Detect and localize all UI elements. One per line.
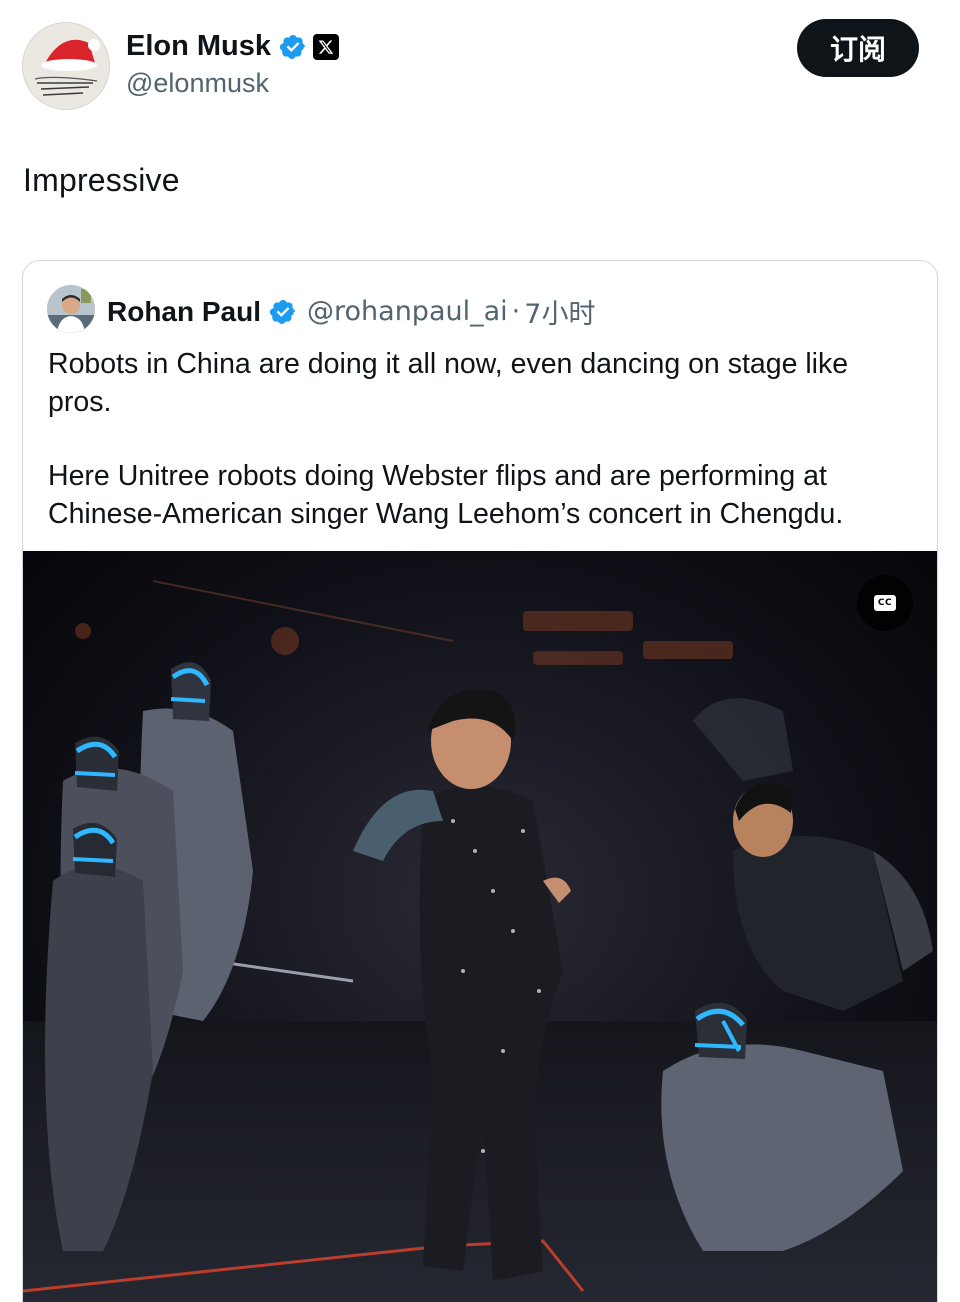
quoted-tweet-card[interactable]: Rohan Paul @rohanpaul_ai · 7小时 Robots in… (22, 260, 938, 1302)
quote-body: Robots in China are doing it all now, ev… (48, 345, 918, 569)
tweet-page: Elon Musk @elonmusk 订阅 Impressive Rohan … (0, 0, 960, 1302)
quote-paragraph: Robots in China are doing it all now, ev… (48, 348, 849, 418)
author-name-row[interactable]: Elon Musk (126, 30, 340, 63)
quote-timestamp[interactable]: 7小时 (524, 292, 595, 331)
video-frame (23, 551, 937, 1302)
x-logo-icon (313, 33, 340, 60)
subscribe-button[interactable]: 订阅 (797, 19, 919, 77)
video-player[interactable]: CC (23, 551, 937, 1302)
quote-author-avatar[interactable] (47, 285, 95, 333)
closed-captions-icon: CC (874, 595, 896, 611)
quote-author-handle[interactable]: @rohanpaul_ai (307, 296, 508, 327)
quote-header: Rohan Paul @rohanpaul_ai · 7小时 (107, 292, 595, 331)
meta-separator: · (511, 296, 521, 327)
tweet-text: Impressive (23, 162, 180, 198)
author-handle[interactable]: @elonmusk (126, 68, 269, 99)
captions-button[interactable]: CC (857, 575, 913, 631)
verified-badge-icon (269, 299, 295, 324)
quote-author-name[interactable]: Rohan Paul (107, 296, 261, 328)
author-name[interactable]: Elon Musk (126, 30, 271, 63)
quote-paragraph: Here Unitree robots doing Webster flips … (48, 460, 844, 530)
verified-badge-icon (279, 34, 305, 59)
author-avatar[interactable] (22, 22, 110, 110)
